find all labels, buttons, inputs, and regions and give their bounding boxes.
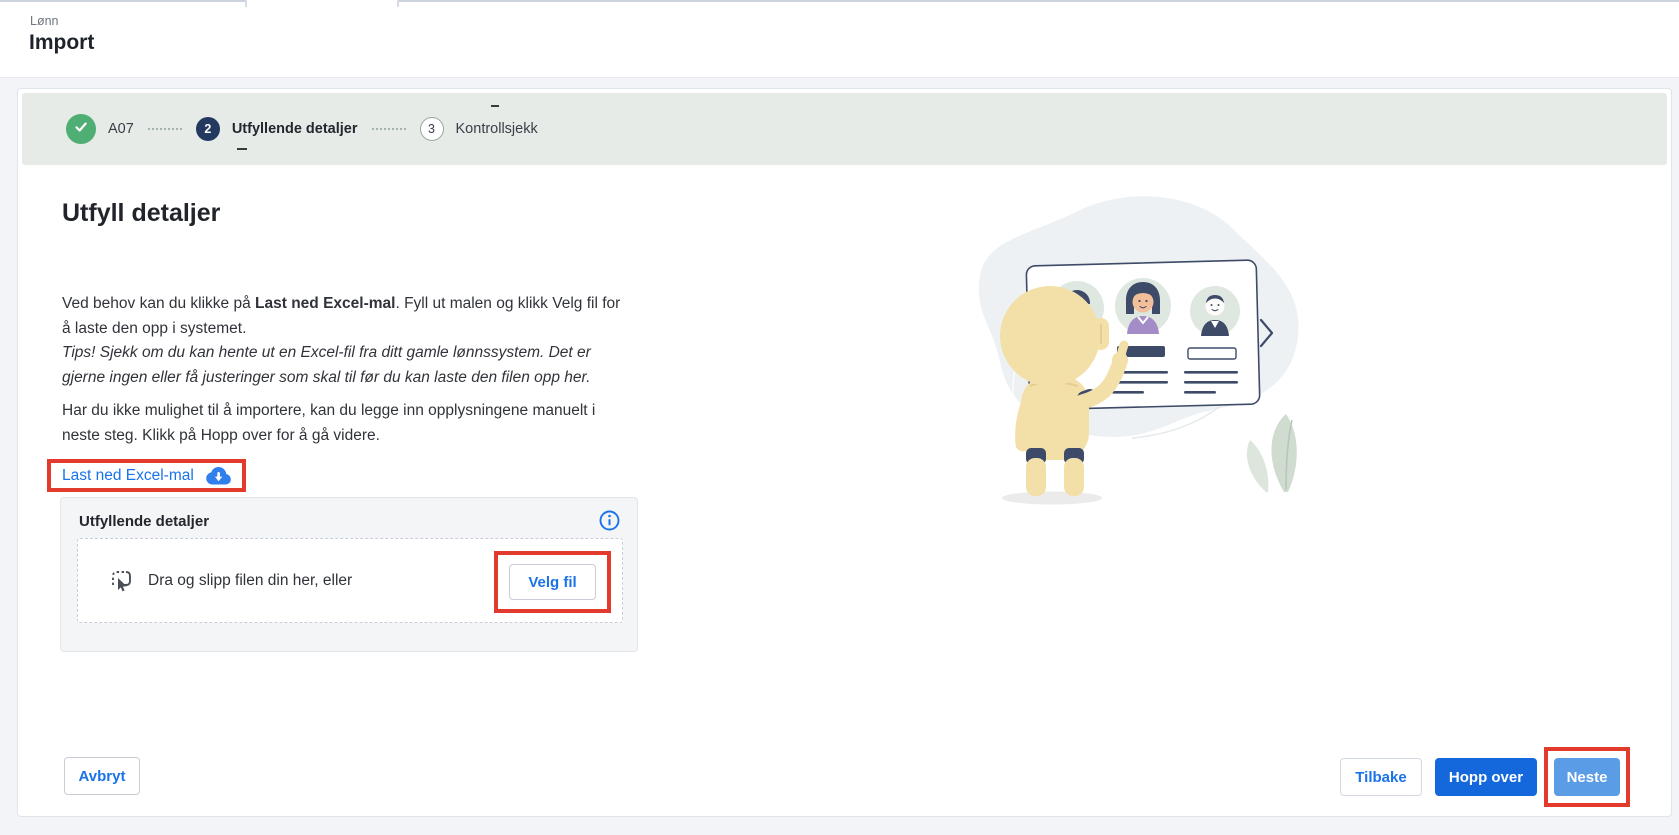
step-kontrollsjekk: 3 Kontrollsjekk [420,117,538,141]
import-wizard-screen: Lønn Import A07 2 Utfyllende detaljer 3 [0,0,1679,835]
tab-divider-left [0,0,247,2]
choose-file-button[interactable]: Velg fil [509,564,596,600]
tab-edge-left [245,0,247,7]
annotation-box-download-link: Last ned Excel-mal [47,459,246,492]
dropzone-text: Dra og slipp filen din her, eller [148,572,352,590]
download-link-label: Last ned Excel-mal [62,467,194,485]
step-connector [148,128,182,130]
intro-pre: Ved behov kan du klikke på [62,295,255,312]
step-connector [372,128,406,130]
tab-divider-right [397,0,1679,2]
step-utfyllende-detaljer: 2 Utfyllende detaljer [196,117,358,141]
annotation-box-next: Neste [1544,747,1630,807]
wizard-card: A07 2 Utfyllende detaljer 3 Kontrollsjek… [17,88,1672,817]
tab-edge-right [397,0,399,7]
instructions: Ved behov kan du klikke på Last ned Exce… [62,292,622,448]
wizard-stepper: A07 2 Utfyllende detaljer 3 Kontrollsjek… [22,93,1667,165]
step-label: A07 [108,121,134,137]
robot-illustration [880,190,1320,510]
artifact-underscore [237,148,247,150]
skip-button[interactable]: Hopp over [1435,758,1537,796]
step-completed-circle [66,114,96,144]
back-button[interactable]: Tilbake [1340,758,1422,796]
paragraph-intro: Ved behov kan du klikke på Last ned Exce… [62,292,622,341]
section-heading: Utfyll detaljer [62,199,220,228]
file-dropzone[interactable]: Dra og slipp filen din her, eller Velg f… [77,538,623,623]
step-label: Kontrollsjekk [456,121,538,137]
drag-drop-icon [110,569,134,593]
paragraph-tip: Tips! Sjekk om du kan hente ut en Excel-… [62,341,622,390]
step-a07: A07 [66,114,134,144]
check-icon [73,119,89,140]
step-active-circle: 2 [196,117,220,141]
cancel-button[interactable]: Avbryt [64,757,140,795]
upload-panel: Utfyllende detaljer Dra og slipp filen d… [60,497,638,652]
step-upcoming-circle: 3 [420,117,444,141]
breadcrumb-kicker: Lønn [30,14,59,28]
download-excel-template-link[interactable]: Last ned Excel-mal [62,466,232,485]
paragraph-manual: Har du ikke mulighet til å importere, ka… [62,399,622,448]
next-button[interactable]: Neste [1554,758,1620,796]
upload-panel-title: Utfyllende detaljer [79,513,209,530]
cloud-download-icon [205,466,232,485]
annotation-box-choose-file: Velg fil [494,551,611,613]
artifact-dash [491,105,499,107]
intro-bold: Last ned Excel-mal [255,295,395,312]
info-icon[interactable] [599,510,620,531]
page-title: Import [29,31,94,55]
step-label: Utfyllende detaljer [232,121,358,137]
